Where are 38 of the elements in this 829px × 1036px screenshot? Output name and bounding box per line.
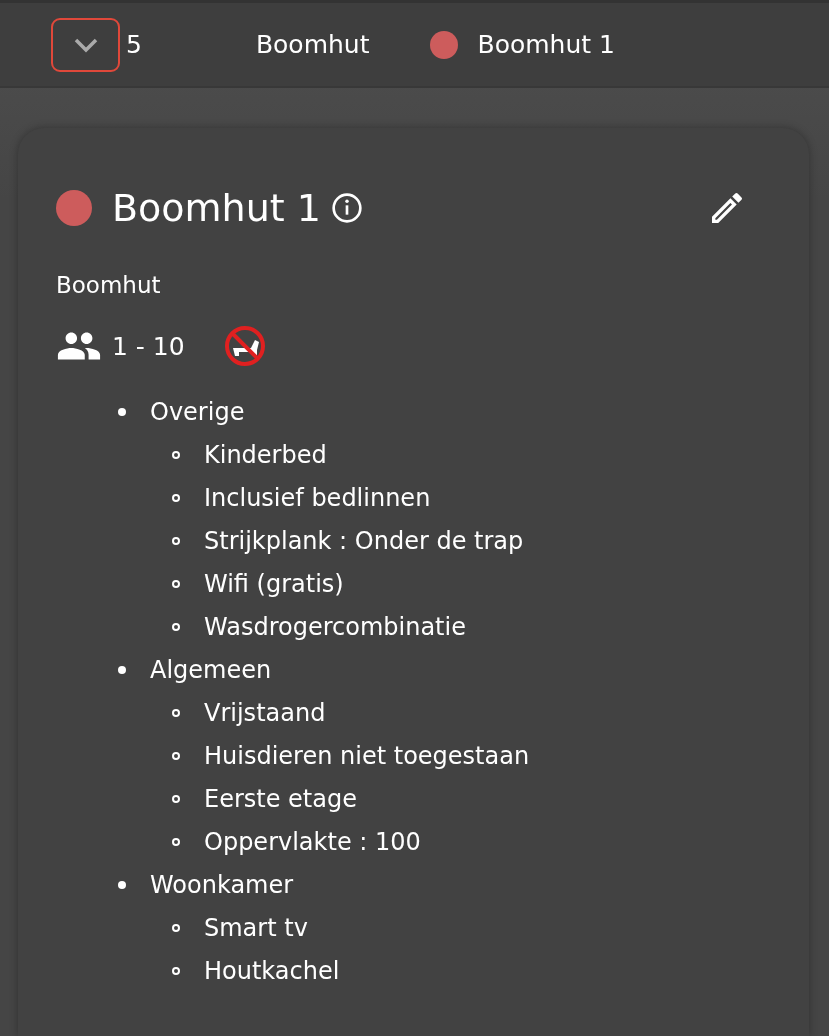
bullet-icon [118,880,126,889]
feature-item: Strijkplank : Onder de trap [204,526,524,555]
bullet-icon [118,407,126,416]
feature-group: Woonkamer [150,870,294,899]
chevron-down-icon [72,36,99,53]
feature-item: Wifi (gratis) [204,569,344,598]
feature-item: Vrijstaand [204,698,326,727]
people-icon [56,330,102,362]
bullet-icon [172,966,180,975]
feature-item: Houtkachel [204,956,340,985]
unit-type: Boomhut [56,272,162,298]
bullet-icon [118,665,126,674]
feature-item: Inclusief bedlinnen [204,483,431,512]
count: 5 [126,30,142,59]
feature-item: Eerste etage [204,784,357,813]
bullet-icon [172,536,180,545]
collapse-button[interactable] [51,17,120,72]
bullet-icon [172,450,180,459]
bullet-icon [172,923,180,932]
feature-group: Algemeen [150,655,272,684]
feature-item: Oppervlakte : 100 [204,827,421,856]
info-icon[interactable] [330,192,363,224]
bullet-icon [172,794,180,803]
bullet-icon [172,493,180,502]
feature-item: Huisdieren niet toegestaan [204,741,530,770]
bullet-icon [172,837,180,846]
card-title: Boomhut 1 [112,186,321,230]
breadcrumb-unit: Boomhut 1 [477,30,615,59]
persons-range: 1 - 10 [112,331,185,361]
bullet-icon [172,708,180,717]
feature-group: Overige [150,397,245,426]
bullet-icon [172,622,180,631]
bullet-icon [172,579,180,588]
breadcrumb-category: Boomhut [255,30,370,59]
feature-item: Wasdrogercombinatie [204,612,466,641]
feature-item: Kinderbed [204,440,327,469]
bullet-icon [172,751,180,760]
feature-item: Smart tv [204,913,308,942]
